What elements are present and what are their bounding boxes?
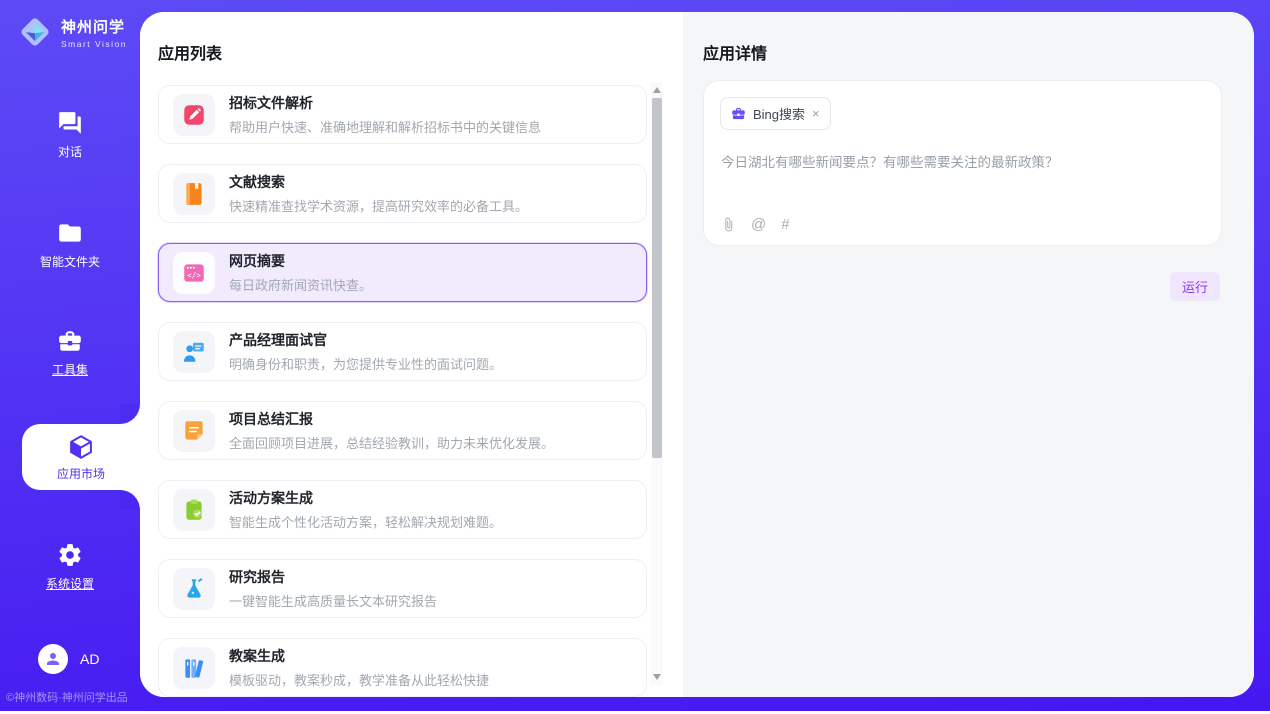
sidebar-item-app-market[interactable]: 应用市场 [22, 424, 140, 490]
briefcase-icon [731, 106, 746, 121]
brand-subtitle: Smart Vision [61, 39, 127, 49]
app-desc: 智能生成个性化活动方案，轻松解决规划难题。 [229, 512, 502, 531]
app-detail-pane: 应用详情 Bing搜索 × 今日湖北有哪些新闻要点？有哪些需要关注的最新政策？ … [683, 12, 1254, 697]
sidebar-item-settings[interactable]: 系统设置 [0, 542, 140, 592]
run-button[interactable]: 运行 [1170, 272, 1220, 301]
app-name: 研究报告 [229, 567, 437, 587]
app-desc: 帮助用户快速、准确地理解和解析招标书中的关键信息 [229, 117, 541, 136]
app-desc: 每日政府新闻资讯快查。 [229, 275, 372, 294]
app-card-bid-parse[interactable]: 招标文件解析 帮助用户快速、准确地理解和解析招标书中的关键信息 [158, 85, 647, 144]
at-mention-icon[interactable]: @ [751, 216, 766, 233]
prompt-card: Bing搜索 × 今日湖北有哪些新闻要点？有哪些需要关注的最新政策？ @ # [703, 80, 1222, 246]
sidebar-item-chat[interactable]: 对话 [0, 110, 140, 160]
sidebar-item-label: 对话 [58, 143, 82, 160]
app-list-title: 应用列表 [158, 40, 222, 64]
clipboard-check-icon [173, 489, 215, 531]
cube-icon [67, 433, 95, 461]
app-desc: 快速精准查找学术资源，提高研究效率的必备工具。 [229, 196, 528, 215]
sidebar-item-label: 系统设置 [46, 575, 94, 592]
app-name: 活动方案生成 [229, 488, 502, 508]
sidebar-item-label: 工具集 [52, 361, 88, 378]
prompt-input[interactable]: 今日湖北有哪些新闻要点？有哪些需要关注的最新政策？ [721, 151, 1205, 171]
app-card-web-summary[interactable]: </> 网页摘要 每日政府新闻资讯快查。 [158, 243, 647, 302]
main-panel: 应用列表 招标文件解析 帮助用户快速、准确地理解和解析招标书中的关键信息 文献搜… [140, 12, 1254, 697]
scrollbar-thumb[interactable] [652, 98, 662, 458]
app-list: 招标文件解析 帮助用户快速、准确地理解和解析招标书中的关键信息 文献搜索 快速精… [158, 85, 647, 697]
prompt-toolbar: @ # [721, 216, 790, 233]
scroll-down-arrow-icon[interactable] [653, 674, 661, 680]
browser-code-icon: </> [173, 252, 215, 294]
sidebar-item-toolset[interactable]: 工具集 [0, 328, 140, 378]
app-card-pm-interviewer[interactable]: 产品经理面试官 明确身份和职责，为您提供专业性的面试问题。 [158, 322, 647, 381]
sidebar: 神州问学 Smart Vision 对话 智能文件夹 工具集 应用 [0, 0, 140, 714]
user-account[interactable]: AD [38, 644, 99, 674]
app-list-pane: 应用列表 招标文件解析 帮助用户快速、准确地理解和解析招标书中的关键信息 文献搜… [140, 12, 683, 697]
gear-icon [57, 542, 83, 568]
brand-logo: 神州问学 Smart Vision [16, 13, 127, 51]
app-name: 教案生成 [229, 646, 489, 666]
folder-icon [57, 220, 83, 246]
chat-icon [57, 110, 83, 136]
brand-name: 神州问学 [61, 16, 127, 37]
sidebar-item-label: 智能文件夹 [40, 253, 100, 270]
app-name: 产品经理面试官 [229, 330, 502, 350]
memo-icon [173, 410, 215, 452]
app-name: 网页摘要 [229, 251, 372, 271]
edit-square-icon [173, 94, 215, 136]
user-name: AD [80, 651, 99, 667]
close-icon[interactable]: × [812, 107, 820, 120]
app-card-project-summary[interactable]: 项目总结汇报 全面回顾项目进展，总结经验教训，助力未来优化发展。 [158, 401, 647, 460]
app-card-event-plan[interactable]: 活动方案生成 智能生成个性化活动方案，轻松解决规划难题。 [158, 480, 647, 539]
gem-logo-icon [16, 13, 54, 51]
research-icon [173, 568, 215, 610]
notch-curve-top [120, 404, 140, 424]
app-name: 项目总结汇报 [229, 409, 554, 429]
interviewer-icon [173, 331, 215, 373]
tool-tag-bing-search[interactable]: Bing搜索 × [720, 97, 831, 130]
app-name: 招标文件解析 [229, 93, 541, 113]
book-icon [173, 173, 215, 215]
tool-tag-label: Bing搜索 [753, 104, 805, 123]
copyright-text: ©神州数码·神州问学出品 [6, 689, 140, 705]
app-card-research-report[interactable]: 研究报告 一键智能生成高质量长文本研究报告 [158, 559, 647, 618]
sidebar-item-smart-folder[interactable]: 智能文件夹 [0, 220, 140, 270]
app-desc: 全面回顾项目进展，总结经验教训，助力未来优化发展。 [229, 433, 554, 452]
app-desc: 明确身份和职责，为您提供专业性的面试问题。 [229, 354, 502, 373]
avatar [38, 644, 68, 674]
sidebar-item-label: 应用市场 [57, 465, 105, 482]
app-card-lesson-plan[interactable]: 教案生成 模板驱动，教案秒成，教学准备从此轻松快捷 [158, 638, 647, 697]
notch-curve-bottom [120, 490, 140, 510]
briefcase-icon [57, 328, 83, 354]
app-desc: 模板驱动，教案秒成，教学准备从此轻松快捷 [229, 670, 489, 689]
app-detail-title: 应用详情 [703, 40, 767, 64]
svg-text:</>: </> [187, 271, 201, 280]
app-name: 文献搜索 [229, 172, 528, 192]
hash-icon[interactable]: # [781, 216, 789, 233]
scrollbar-track[interactable] [651, 82, 663, 685]
books-icon [173, 647, 215, 689]
paperclip-icon[interactable] [721, 217, 736, 232]
app-card-literature-search[interactable]: 文献搜索 快速精准查找学术资源，提高研究效率的必备工具。 [158, 164, 647, 223]
scroll-up-arrow-icon[interactable] [653, 87, 661, 93]
app-desc: 一键智能生成高质量长文本研究报告 [229, 591, 437, 610]
